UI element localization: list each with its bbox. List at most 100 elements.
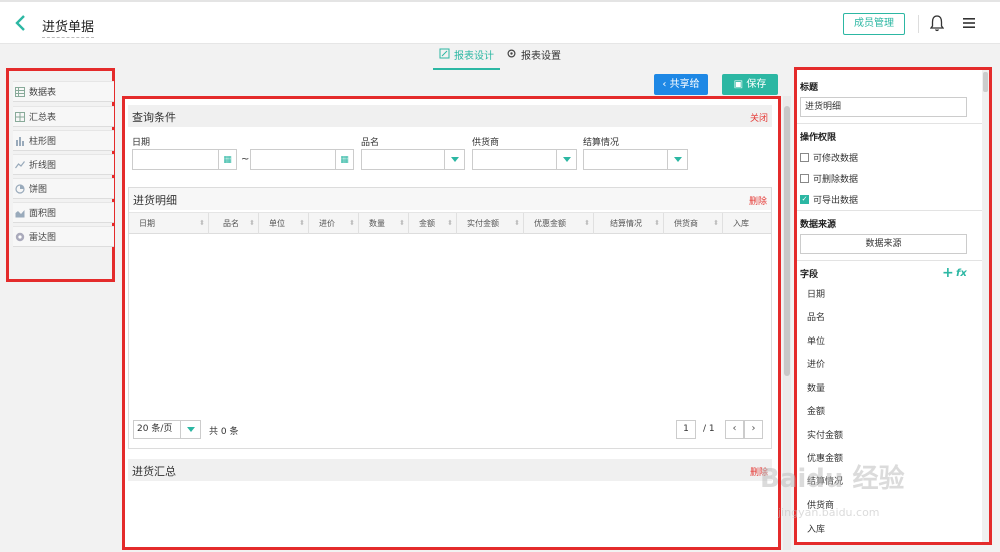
total-count: 共 0 条 <box>209 427 239 437</box>
scrollbar-thumb[interactable] <box>784 106 790 376</box>
column-label: 品名 <box>223 219 239 228</box>
palette-item-area-chart[interactable]: 面积图 <box>13 202 114 223</box>
column-header[interactable]: 金额 ⬍ <box>409 213 457 234</box>
page-size-select[interactable]: 20 条/页 <box>133 420 201 439</box>
palette-item-pie-chart[interactable]: 饼图 <box>13 178 114 199</box>
checkbox-label: 可修改数据 <box>813 154 859 164</box>
column-header[interactable]: 数量 ⬍ <box>359 213 409 234</box>
column-header[interactable]: 单位 ⬍ <box>259 213 309 234</box>
checkbox-icon[interactable] <box>800 153 809 162</box>
hamburger-menu-icon[interactable] <box>962 16 976 33</box>
palette-label: 面积图 <box>29 209 57 219</box>
field-item[interactable]: 进价 <box>807 357 825 370</box>
supplier-select[interactable] <box>472 149 577 170</box>
sort-icon[interactable]: ⬍ <box>514 213 520 234</box>
sort-icon[interactable]: ⬍ <box>249 213 255 234</box>
tab-report-settings[interactable]: 报表设置 <box>506 48 561 70</box>
calendar-icon[interactable]: ▦ <box>335 150 353 169</box>
sort-icon[interactable]: ⬍ <box>654 213 660 234</box>
title-property-label: 标题 <box>800 83 819 93</box>
column-header[interactable]: 日期 ⬍ <box>129 213 209 234</box>
summary-table-icon <box>15 111 25 122</box>
page-total: / 1 <box>703 424 715 434</box>
palette-label: 汇总表 <box>29 113 57 123</box>
title-input[interactable]: 进货明细 <box>800 97 967 117</box>
share-icon: ‹ <box>662 79 667 90</box>
field-item[interactable]: 实付金额 <box>807 428 843 441</box>
datasource-button[interactable]: 数据来源 <box>800 234 967 254</box>
permission-edit-checkbox[interactable]: 可修改数据 <box>800 151 858 164</box>
query-section-header: 查询条件 关闭 <box>128 105 772 127</box>
settlement-select[interactable] <box>583 149 688 170</box>
palette-label: 数据表 <box>29 88 57 98</box>
column-header[interactable]: 实付金额 ⬍ <box>457 213 524 234</box>
sort-icon[interactable]: ⬍ <box>447 213 453 234</box>
share-button[interactable]: ‹ 共享给 <box>654 74 708 95</box>
permission-delete-checkbox[interactable]: 可删除数据 <box>800 172 858 185</box>
line-chart-icon <box>15 160 25 170</box>
checkmark-icon[interactable]: ✓ <box>800 195 809 204</box>
column-label: 数量 <box>369 219 385 228</box>
field-item[interactable]: 数量 <box>807 381 825 394</box>
page-number-input[interactable]: 1 <box>676 420 696 439</box>
column-header[interactable]: 品名 ⬍ <box>209 213 259 234</box>
sort-icon[interactable]: ⬍ <box>199 213 205 234</box>
sort-icon[interactable]: ⬍ <box>349 213 355 234</box>
field-item[interactable]: 品名 <box>807 310 825 323</box>
next-page-button[interactable]: › <box>744 420 763 439</box>
calendar-icon[interactable]: ▦ <box>218 150 236 169</box>
chevron-down-icon <box>180 421 200 438</box>
field-item[interactable]: 日期 <box>807 287 825 300</box>
column-header[interactable]: 优惠金额 ⬍ <box>524 213 594 234</box>
watermark-url: jingyan.baidu.com <box>778 506 880 519</box>
palette-item-radar-chart[interactable]: 雷达图 <box>13 226 114 247</box>
sort-icon[interactable]: ⬍ <box>399 213 405 234</box>
pagination-bar: 20 条/页 共 0 条 1 / 1 ‹ › <box>129 418 771 442</box>
column-label: 金额 <box>419 219 435 228</box>
palette-label: 折线图 <box>29 161 57 171</box>
column-header[interactable]: 入库 <box>723 213 771 234</box>
bell-icon[interactable] <box>929 14 945 35</box>
palette-item-bar-chart[interactable]: 柱形图 <box>13 130 114 151</box>
sort-icon[interactable]: ⬍ <box>299 213 305 234</box>
sort-icon[interactable]: ⬍ <box>713 213 719 234</box>
panel-scrollbar[interactable] <box>982 70 989 542</box>
sort-icon[interactable]: ⬍ <box>584 213 590 234</box>
scrollbar-thumb[interactable] <box>983 72 988 92</box>
palette-item-line-chart[interactable]: 折线图 <box>13 154 114 175</box>
column-header[interactable]: 供货商 ⬍ <box>664 213 723 234</box>
add-field-icon[interactable]: + <box>942 265 954 281</box>
detail-delete-link[interactable]: 删除 <box>749 194 767 207</box>
column-label: 入库 <box>733 219 749 228</box>
field-item[interactable]: 单位 <box>807 334 825 347</box>
palette-label: 雷达图 <box>29 233 57 243</box>
palette-item-summary[interactable]: 汇总表 <box>13 106 114 127</box>
prev-page-button[interactable]: ‹ <box>725 420 744 439</box>
column-label: 结算情况 <box>610 219 642 228</box>
permission-export-checkbox[interactable]: ✓ 可导出数据 <box>800 193 858 206</box>
detail-section-title: 进货明细 <box>133 194 177 207</box>
back-arrow-icon[interactable] <box>14 13 28 33</box>
tab-report-design[interactable]: 报表设计 <box>433 48 500 70</box>
member-management-button[interactable]: 成员管理 <box>843 13 905 35</box>
checkbox-icon[interactable] <box>800 174 809 183</box>
grid-header-row: 日期 ⬍ 品名 ⬍ 单位 ⬍ 进价 ⬍ 数量 ⬍ 金额 ⬍ 实付金额 ⬍ 优惠金额 ⬍ 结算情况… <box>129 212 771 234</box>
tab-label: 报表设计 <box>454 51 494 62</box>
column-header[interactable]: 进价 ⬍ <box>309 213 359 234</box>
date-start-input[interactable]: ▦ <box>132 149 237 170</box>
checkbox-label: 可导出数据 <box>813 196 859 206</box>
field-item[interactable]: 金额 <box>807 404 825 417</box>
palette-item-table[interactable]: 数据表 <box>13 81 114 102</box>
checkbox-label: 可删除数据 <box>813 175 859 185</box>
header-divider <box>918 15 919 33</box>
query-close-link[interactable]: 关闭 <box>750 111 768 124</box>
save-button[interactable]: ▣ 保存 <box>722 74 778 95</box>
palette-label: 饼图 <box>29 185 48 195</box>
save-label: 保存 <box>746 79 767 90</box>
date-end-input[interactable]: ▦ <box>250 149 354 170</box>
date-filter-label: 日期 <box>132 138 151 148</box>
formula-fx-icon[interactable]: fx <box>956 268 967 279</box>
column-header[interactable]: 结算情况 ⬍ <box>594 213 664 234</box>
field-item[interactable]: 入库 <box>807 522 825 535</box>
product-select[interactable] <box>361 149 465 170</box>
